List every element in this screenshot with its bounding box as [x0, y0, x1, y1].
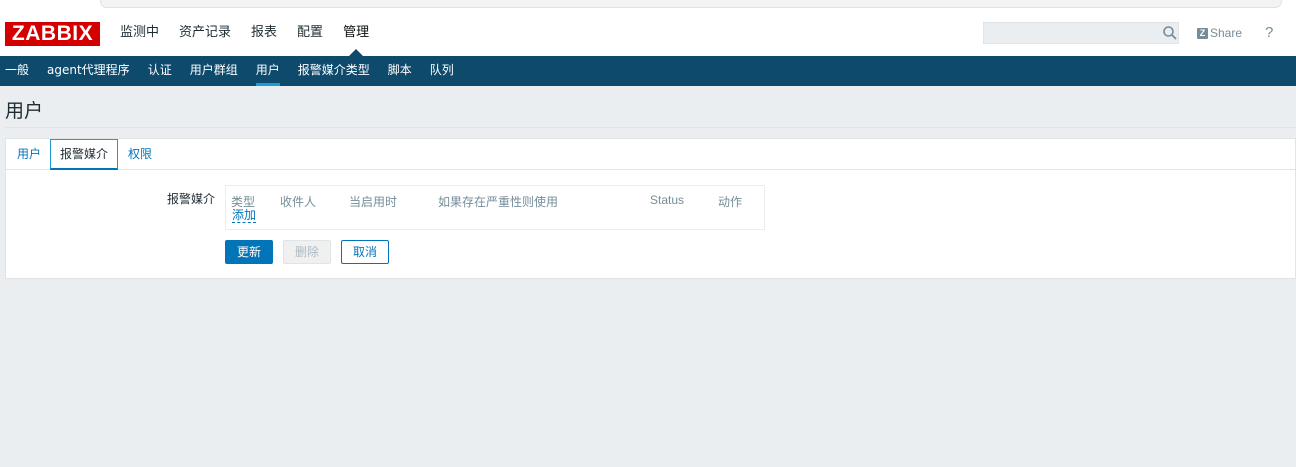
nav-monitoring[interactable]: 监测中 [110, 10, 169, 56]
subnav-authentication[interactable]: 认证 [139, 56, 181, 86]
subnav-general[interactable]: 一般 [0, 56, 38, 86]
tab-user[interactable]: 用户 [17, 139, 41, 169]
subnav-users[interactable]: 用户 [247, 56, 289, 86]
title-divider [5, 127, 1296, 128]
top-header: ZABBIX 监测中 资产记录 报表 配置 管理 Z Share ? [0, 10, 1296, 57]
main-nav: 监测中 资产记录 报表 配置 管理 [110, 10, 379, 56]
share-label: Share [1210, 26, 1243, 40]
nav-administration[interactable]: 管理 [333, 10, 379, 56]
col-send-to: 收件人 [280, 195, 317, 209]
tab-media[interactable]: 报警媒介 [50, 139, 119, 170]
page-title: 用户 [5, 100, 44, 122]
help-link[interactable]: ? [1265, 24, 1273, 41]
media-label: 报警媒介 [167, 192, 216, 206]
nav-reports[interactable]: 报表 [241, 10, 287, 56]
col-action: 动作 [718, 195, 743, 209]
cancel-button[interactable]: 取消 [341, 240, 389, 264]
sub-nav: 一般 agent代理程序 认证 用户群组 用户 报警媒介类型 脚本 队列 [0, 56, 1296, 86]
browser-address-pill [100, 0, 1282, 8]
search-icon[interactable] [1162, 25, 1178, 41]
zabbix-share-icon: Z [1197, 27, 1208, 39]
nav-inventory[interactable]: 资产记录 [169, 10, 241, 56]
browser-strip [0, 0, 1296, 10]
subnav-queue[interactable]: 队列 [421, 56, 463, 86]
col-status: Status [650, 193, 685, 207]
search-input[interactable] [983, 22, 1179, 44]
delete-button[interactable]: 删除 [283, 240, 331, 264]
nav-configuration[interactable]: 配置 [287, 10, 333, 56]
subnav-user-groups[interactable]: 用户群组 [181, 56, 247, 86]
share-link[interactable]: Z Share [1197, 25, 1242, 41]
add-media-link[interactable]: 添加 [232, 208, 257, 223]
tab-permissions[interactable]: 权限 [128, 139, 152, 169]
col-severity: 如果存在严重性则使用 [438, 195, 559, 209]
subnav-proxies[interactable]: agent代理程序 [38, 56, 139, 86]
subnav-scripts[interactable]: 脚本 [379, 56, 421, 86]
subnav-media-types[interactable]: 报警媒介类型 [289, 56, 379, 86]
media-table: 类型 收件人 当启用时 如果存在严重性则使用 Status 动作 添加 [225, 185, 765, 230]
tab-bar: 用户 报警媒介 权限 [6, 139, 1295, 170]
zabbix-logo[interactable]: ZABBIX [5, 22, 100, 46]
user-form-panel: 用户 报警媒介 权限 报警媒介 类型 收件人 当启用时 如果存在严重性则使用 S… [5, 138, 1296, 279]
update-button[interactable]: 更新 [225, 240, 273, 264]
col-when-active: 当启用时 [349, 195, 398, 209]
